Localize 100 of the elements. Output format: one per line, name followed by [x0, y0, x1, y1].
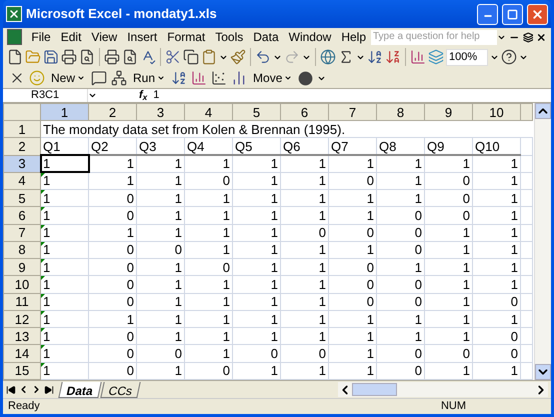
- row-header[interactable]: 7: [4, 224, 40, 242]
- cell-value[interactable]: 1: [174, 173, 182, 188]
- sheet-tab[interactable]: Data: [58, 382, 102, 398]
- column-header[interactable]: 8: [376, 104, 424, 120]
- cell-value[interactable]: 1: [222, 242, 230, 258]
- cell-value[interactable]: 0: [126, 190, 134, 206]
- cell-value[interactable]: 0: [222, 363, 230, 378]
- cell-value[interactable]: 1: [270, 312, 278, 327]
- menu-item[interactable]: Insert: [122, 28, 162, 46]
- row-header[interactable]: 13: [4, 328, 40, 345]
- cell-value[interactable]: 1: [462, 260, 470, 275]
- menu-item[interactable]: Edit: [56, 28, 86, 46]
- cell-value[interactable]: 1: [318, 328, 326, 344]
- cell-value[interactable]: 1: [318, 190, 326, 206]
- cell-value[interactable]: 1: [366, 312, 374, 327]
- toolbar-menu-button[interactable]: Run: [131, 69, 168, 87]
- cell-value[interactable]: 1: [366, 363, 374, 378]
- cell-value[interactable]: 1: [222, 156, 230, 172]
- toolbar-menu-button[interactable]: Move: [251, 69, 294, 87]
- cell-value[interactable]: 1: [43, 225, 50, 240]
- cell-value[interactable]: 1: [222, 328, 230, 344]
- cell-value[interactable]: 1: [43, 346, 50, 362]
- cell-value[interactable]: 0: [318, 225, 326, 240]
- row-header[interactable]: 1: [4, 120, 40, 138]
- function-label[interactable]: f$_{x}$: [139, 89, 148, 102]
- column-header[interactable]: 5: [232, 104, 280, 120]
- row-header[interactable]: 8: [4, 241, 40, 259]
- menu-item[interactable]: Tools: [210, 28, 248, 46]
- column-header[interactable]: 1: [40, 104, 88, 120]
- cell-value[interactable]: 1: [43, 260, 50, 275]
- cell-value[interactable]: 1: [43, 190, 50, 206]
- cell-value[interactable]: 1: [270, 277, 278, 292]
- cell-value[interactable]: 1: [318, 173, 326, 188]
- cell-value[interactable]: 1: [462, 277, 470, 292]
- cell-value[interactable]: 1: [462, 312, 470, 327]
- row-header[interactable]: 11: [4, 293, 40, 310]
- cell-value[interactable]: 0: [462, 173, 470, 188]
- cell-value[interactable]: 0: [366, 294, 374, 310]
- row-header[interactable]: 12: [4, 310, 40, 328]
- cell-value[interactable]: 1: [43, 242, 50, 258]
- row-header[interactable]: 10: [4, 276, 40, 294]
- cell-value[interactable]: 1: [174, 190, 182, 206]
- cell-value[interactable]: 1: [270, 156, 278, 172]
- cell-value[interactable]: 1: [510, 260, 518, 275]
- cell-value[interactable]: 1: [462, 294, 470, 310]
- cell-value[interactable]: 0: [366, 277, 374, 292]
- cell-value[interactable]: 1: [366, 242, 374, 258]
- row-header[interactable]: 14: [4, 344, 40, 362]
- cell-value[interactable]: 0: [510, 346, 518, 362]
- menu-item[interactable]: File: [26, 28, 56, 46]
- cell-value[interactable]: 0: [126, 277, 134, 292]
- cell-value[interactable]: 1: [222, 277, 230, 292]
- cell-value[interactable]: 0: [222, 260, 230, 275]
- cell-value[interactable]: 1: [43, 294, 50, 310]
- cell-value[interactable]: 0: [414, 208, 422, 223]
- cell-value[interactable]: 1: [126, 173, 134, 188]
- cell-value[interactable]: 0: [366, 173, 374, 188]
- cell-value[interactable]: 1: [270, 328, 278, 344]
- cell-value[interactable]: 1: [414, 190, 422, 206]
- cell-value[interactable]: 0: [366, 260, 374, 275]
- menu-item[interactable]: Data: [248, 28, 284, 46]
- cell-value[interactable]: 1: [222, 225, 230, 240]
- cell-value[interactable]: 1: [270, 225, 278, 240]
- column-header[interactable]: 9: [424, 104, 472, 120]
- cell-value[interactable]: 0: [414, 363, 422, 378]
- cell-value[interactable]: 0: [126, 208, 134, 223]
- cell-value[interactable]: 1: [414, 156, 422, 172]
- cell-value[interactable]: 0: [270, 346, 278, 362]
- cell-value[interactable]: 0: [462, 190, 470, 206]
- cell-value[interactable]: 1: [366, 328, 374, 344]
- cell-value[interactable]: 1: [174, 294, 182, 310]
- cell-value[interactable]: 1: [222, 294, 230, 310]
- cell-value[interactable]: 1: [318, 156, 326, 172]
- cell-value[interactable]: 0: [462, 346, 470, 362]
- cell-value[interactable]: 0: [318, 346, 326, 362]
- column-header[interactable]: 6: [280, 104, 328, 120]
- cell-value[interactable]: 1: [174, 208, 182, 223]
- cell-value[interactable]: 1: [510, 208, 518, 223]
- zoom-field[interactable]: 100%: [446, 48, 488, 66]
- cell-value[interactable]: 1: [174, 328, 182, 344]
- cell-value[interactable]: 0: [510, 328, 518, 344]
- cell-value[interactable]: 0: [510, 294, 518, 310]
- cell-value[interactable]: 1: [318, 208, 326, 223]
- cell-value[interactable]: 1: [174, 277, 182, 292]
- cell-value[interactable]: 1: [174, 312, 182, 327]
- cell-value[interactable]: 1: [43, 328, 50, 344]
- cell-value[interactable]: 1: [414, 173, 422, 188]
- cell-value[interactable]: 0: [414, 346, 422, 362]
- cell-value[interactable]: 1: [462, 328, 470, 344]
- cell-value[interactable]: 1: [43, 312, 50, 327]
- cell-value[interactable]: 1: [270, 242, 278, 258]
- cell-value[interactable]: 0: [414, 294, 422, 310]
- column-header[interactable]: 10: [472, 104, 520, 120]
- column-header[interactable]: 2: [88, 104, 136, 120]
- cell-value[interactable]: 1: [366, 208, 374, 223]
- menu-item[interactable]: Window: [284, 28, 336, 46]
- cell-value[interactable]: 0: [126, 242, 134, 258]
- cell-value[interactable]: 1: [414, 260, 422, 275]
- cell-value[interactable]: 1: [366, 190, 374, 206]
- cell-value[interactable]: 0: [414, 242, 422, 258]
